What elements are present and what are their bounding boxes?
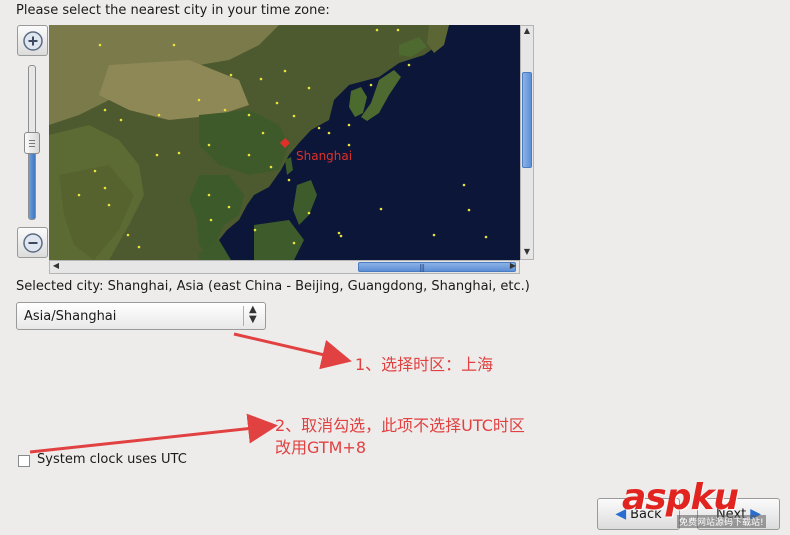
utc-checkbox[interactable] <box>18 455 30 467</box>
watermark-tagline: 免费网站源码下载站! <box>677 515 766 528</box>
annotation-step2-line2: 改用GTM+8 <box>275 438 366 457</box>
annotation-step2: 2、取消勾选，此项不选择UTC时区 改用GTM+8 <box>275 415 525 459</box>
watermark: aspku 免费网站源码下载站! <box>622 477 766 528</box>
utc-checkbox-label[interactable]: System clock uses UTC <box>37 452 187 467</box>
watermark-logo: aspku <box>622 477 739 518</box>
annotation-step2-line1: 2、取消勾选，此项不选择UTC时区 <box>275 416 525 435</box>
annotation-step1: 1、选择时区：上海 <box>355 355 494 374</box>
